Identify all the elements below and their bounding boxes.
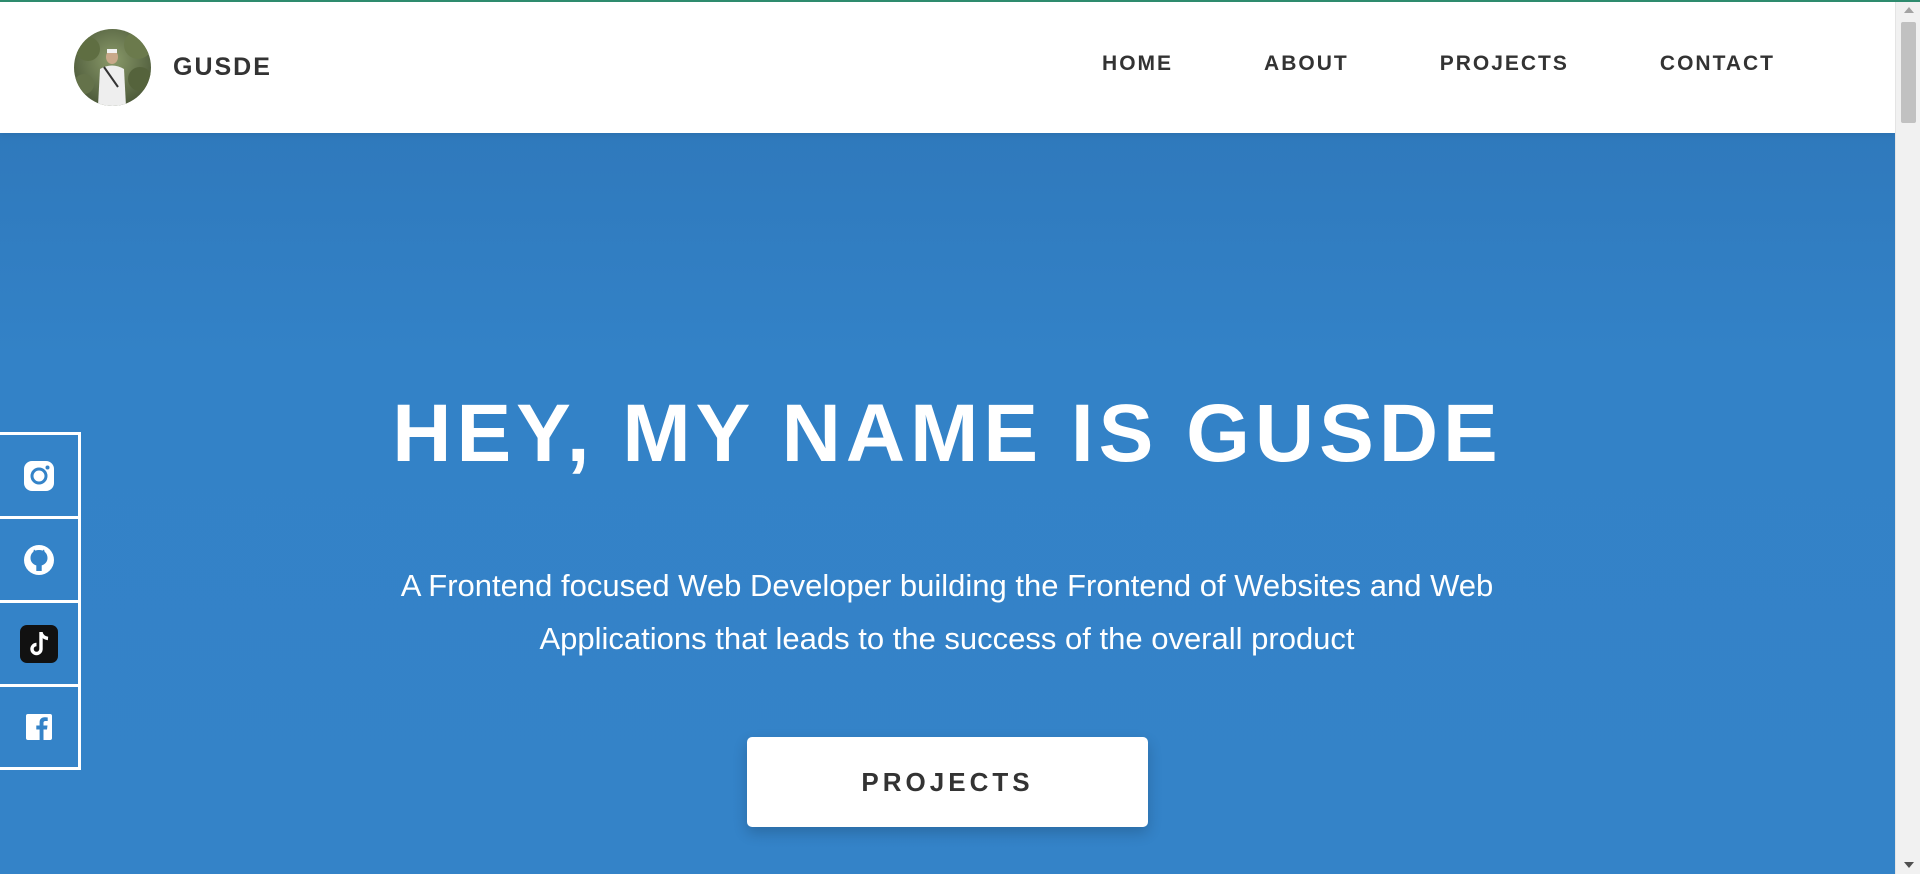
instagram-icon xyxy=(23,460,55,492)
top-accent-line xyxy=(0,0,1920,2)
page: GUSDE HOME ABOUT PROJECTS CONTACT HEY, M… xyxy=(0,0,1895,874)
scrollbar-thumb[interactable] xyxy=(1901,22,1916,123)
scroll-down-arrow-icon[interactable] xyxy=(1896,856,1920,874)
social-sidebar xyxy=(0,432,81,770)
scroll-up-arrow-icon[interactable] xyxy=(1896,0,1920,18)
nav-contact[interactable]: CONTACT xyxy=(1660,52,1775,76)
site-header: GUSDE HOME ABOUT PROJECTS CONTACT xyxy=(0,0,1895,133)
hero-subtitle: A Frontend focused Web Developer buildin… xyxy=(400,568,1494,656)
github-link[interactable] xyxy=(0,519,78,603)
projects-button[interactable]: PROJECTS xyxy=(747,737,1148,827)
hero-section: HEY, MY NAME IS GUSDE A Frontend focused… xyxy=(0,133,1895,874)
instagram-link[interactable] xyxy=(0,435,78,519)
main-nav: HOME ABOUT PROJECTS CONTACT xyxy=(1102,52,1775,76)
facebook-icon xyxy=(26,714,52,740)
vertical-scrollbar[interactable] xyxy=(1895,0,1920,874)
brand-name: GUSDE xyxy=(173,53,272,81)
nav-about[interactable]: ABOUT xyxy=(1264,52,1349,76)
nav-home[interactable]: HOME xyxy=(1102,52,1173,76)
hero-title: HEY, MY NAME IS GUSDE xyxy=(392,388,1503,479)
facebook-link[interactable] xyxy=(0,687,78,767)
tiktok-icon xyxy=(20,624,58,663)
avatar xyxy=(74,29,151,106)
nav-projects[interactable]: PROJECTS xyxy=(1440,52,1569,76)
tiktok-link[interactable] xyxy=(0,603,78,687)
github-icon xyxy=(23,544,55,576)
brand-link[interactable]: GUSDE xyxy=(74,29,272,106)
